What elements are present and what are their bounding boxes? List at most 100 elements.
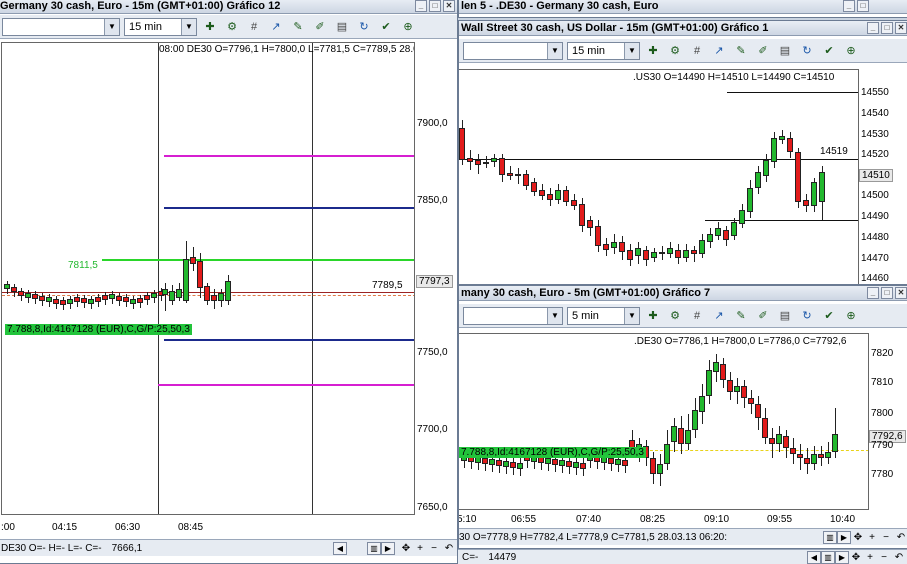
- candle-body: [675, 250, 681, 258]
- green-level-line[interactable]: [102, 259, 414, 261]
- maximize-icon[interactable]: □: [857, 0, 869, 12]
- scroll-left-icon[interactable]: ◀: [807, 550, 821, 564]
- trend-icon[interactable]: ↗: [267, 18, 285, 36]
- timeframe-select[interactable]: 5 min ▼: [567, 306, 640, 325]
- move-icon[interactable]: ✥: [399, 543, 413, 554]
- edit-icon[interactable]: ✎: [289, 18, 307, 36]
- candle-body: [734, 386, 740, 392]
- refresh-icon[interactable]: ↻: [798, 42, 816, 60]
- reset-icon[interactable]: ↶: [441, 543, 457, 554]
- refresh-icon[interactable]: ↻: [355, 18, 373, 36]
- candle-wick: [518, 168, 519, 184]
- print-icon[interactable]: ▤: [776, 42, 794, 60]
- left-price-axis[interactable]: 7900,0 7850,0 7797,3 7750,0 7700,0 7650,…: [416, 42, 457, 515]
- level-line[interactable]: [705, 220, 858, 221]
- check-icon[interactable]: ✔: [377, 18, 395, 36]
- minimize-icon[interactable]: _: [415, 0, 427, 12]
- zoom-out-icon[interactable]: −: [879, 532, 893, 543]
- print-icon[interactable]: ▤: [776, 307, 794, 325]
- candle-body: [811, 182, 817, 206]
- candle-body: [18, 291, 24, 296]
- level-line[interactable]: [727, 92, 858, 93]
- grid-icon[interactable]: #: [245, 18, 263, 36]
- minimize-icon[interactable]: _: [843, 0, 855, 12]
- pencil-icon[interactable]: ✐: [754, 307, 772, 325]
- candle-body: [755, 172, 761, 188]
- edit-icon[interactable]: ✎: [732, 307, 750, 325]
- trend-icon[interactable]: ↗: [710, 42, 728, 60]
- move-icon[interactable]: ✥: [849, 552, 863, 563]
- close-icon[interactable]: ✕: [895, 287, 907, 299]
- timeframe-select[interactable]: 15 min ▼: [567, 41, 640, 60]
- scroll-right-icon[interactable]: ▶: [835, 550, 849, 564]
- top-right-chart-plot[interactable]: .US30 O=14490 H=14510 L=14490 C=14510 14…: [459, 69, 859, 284]
- left-chart-plot[interactable]: 08:00 DE30 O=7796,1 H=7800,0 L=7781,5 C=…: [1, 42, 415, 515]
- scroll-thumb-icon[interactable]: ▥: [367, 541, 381, 555]
- bottom-right-chart-plot[interactable]: .DE30 O=7786,1 H=7800,0 L=7786,0 C=7792,…: [459, 333, 869, 510]
- symbol-select[interactable]: ▼: [2, 17, 120, 36]
- magenta-level-line-lower[interactable]: [158, 384, 414, 386]
- maximize-icon[interactable]: □: [429, 0, 441, 12]
- bottom-right-price-axis[interactable]: 7820 7810 7800 7792,6 7790 7780: [869, 333, 907, 510]
- candle-body: [81, 298, 87, 303]
- grid-icon[interactable]: #: [688, 307, 706, 325]
- trade-label[interactable]: 7.788,8,Id:4167128 (EUR),C,G/P:25,50,3: [5, 324, 192, 335]
- top-right-titlebar[interactable]: Wall Street 30 cash, US Dollar - 15m (GM…: [459, 21, 907, 36]
- pencil-icon[interactable]: ✐: [311, 18, 329, 36]
- reset-icon[interactable]: ↶: [893, 532, 907, 543]
- zoom-in-icon[interactable]: +: [413, 543, 427, 554]
- settings-icon[interactable]: ⚙: [666, 307, 684, 325]
- zoom-out-icon[interactable]: −: [427, 543, 441, 554]
- settings-icon[interactable]: ⚙: [666, 42, 684, 60]
- close-icon[interactable]: ✕: [443, 0, 455, 12]
- zoom-icon[interactable]: ⊕: [842, 307, 860, 325]
- candle-body: [683, 250, 689, 258]
- scroll-thumb-icon[interactable]: ▥: [821, 550, 835, 564]
- add-indicator-icon[interactable]: ✚: [644, 307, 662, 325]
- trend-icon[interactable]: ↗: [710, 307, 728, 325]
- minimize-icon[interactable]: _: [867, 22, 879, 34]
- minimize-icon[interactable]: _: [867, 287, 879, 299]
- candle-body: [88, 299, 94, 304]
- y-tick: 14550: [861, 87, 889, 98]
- top-right-chart-window: Wall Street 30 cash, US Dollar - 15m (GM…: [458, 20, 907, 285]
- top-right-price-axis[interactable]: 14550 14540 14530 14520 14510 14500 1449…: [859, 69, 907, 284]
- scroll-right-icon[interactable]: ▶: [837, 530, 851, 544]
- move-icon[interactable]: ✥: [851, 532, 865, 543]
- behind-window-titlebar[interactable]: len 5 - .DE30 - Germany 30 cash, Euro _ …: [459, 0, 907, 14]
- zoom-icon[interactable]: ⊕: [399, 18, 417, 36]
- candle-body: [762, 418, 768, 438]
- zoom-in-icon[interactable]: +: [863, 552, 877, 563]
- left-window-titlebar[interactable]: Germany 30 cash, Euro - 15m (GMT+01:00) …: [0, 0, 457, 14]
- bottom-right-titlebar[interactable]: many 30 cash, Euro - 5m (GMT+01:00) Gráf…: [459, 286, 907, 301]
- zoom-in-icon[interactable]: +: [865, 532, 879, 543]
- pencil-icon[interactable]: ✐: [754, 42, 772, 60]
- bottom-right-toolbar: ▼ 5 min ▼ ✚ ⚙ # ↗ ✎ ✐ ▤ ↻ ✔ ⊕: [459, 304, 907, 328]
- maximize-icon[interactable]: □: [881, 22, 893, 34]
- zoom-out-icon[interactable]: −: [877, 552, 891, 563]
- add-indicator-icon[interactable]: ✚: [201, 18, 219, 36]
- zoom-icon[interactable]: ⊕: [842, 42, 860, 60]
- add-indicator-icon[interactable]: ✚: [644, 42, 662, 60]
- refresh-icon[interactable]: ↻: [798, 307, 816, 325]
- maximize-icon[interactable]: □: [881, 287, 893, 299]
- settings-icon[interactable]: ⚙: [223, 18, 241, 36]
- close-icon[interactable]: ✕: [895, 22, 907, 34]
- scroll-thumb-icon[interactable]: ▥: [823, 530, 837, 544]
- navy-level-line-lower[interactable]: [164, 339, 414, 341]
- grid-icon[interactable]: #: [688, 42, 706, 60]
- check-icon[interactable]: ✔: [820, 307, 838, 325]
- scroll-right-icon[interactable]: ▶: [381, 541, 395, 555]
- print-icon[interactable]: ▤: [333, 18, 351, 36]
- magenta-level-line[interactable]: [164, 155, 414, 157]
- symbol-select[interactable]: ▼: [463, 41, 563, 60]
- navy-level-line[interactable]: [164, 207, 414, 209]
- trade-label[interactable]: 7.788,8,Id:4167128 (EUR),C,G/P:25,50,3: [459, 447, 646, 458]
- candle-body: [204, 286, 210, 301]
- symbol-select[interactable]: ▼: [463, 306, 563, 325]
- timeframe-select[interactable]: 15 min ▼: [124, 17, 197, 36]
- edit-icon[interactable]: ✎: [732, 42, 750, 60]
- scroll-left-icon[interactable]: ◀: [333, 541, 347, 555]
- check-icon[interactable]: ✔: [820, 42, 838, 60]
- reset-icon[interactable]: ↶: [891, 552, 907, 563]
